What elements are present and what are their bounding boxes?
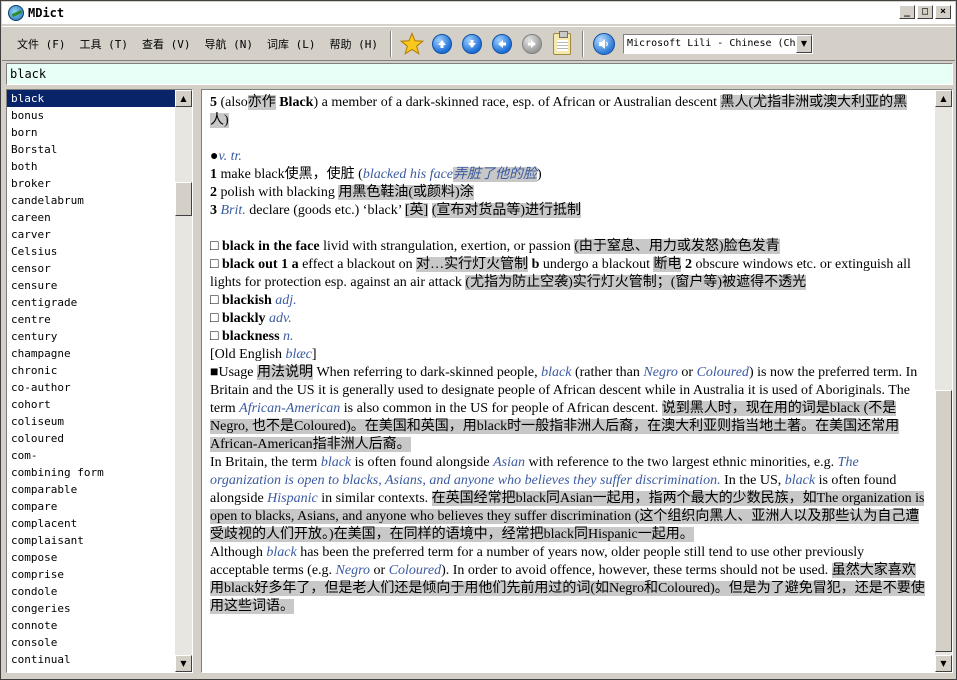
back-button[interactable] <box>488 30 516 58</box>
sense-5: 5 (also亦作 Black) a member of a dark-skin… <box>210 95 908 128</box>
word-list-item[interactable]: cohort <box>7 396 177 413</box>
derivative-blackish: □ blackish adj. <box>210 293 297 308</box>
sense-2: 2 polish with blacking 用黑色鞋油(或颜料)涂 <box>210 185 474 200</box>
phrase-black-out: □ black out 1 a effect a blackout on 对…实… <box>210 257 911 290</box>
usage-although: Although black has been the preferred te… <box>210 545 925 614</box>
definition-content: 5 (also亦作 Black) a member of a dark-skin… <box>202 90 935 672</box>
word-list-item[interactable]: complaisant <box>7 532 177 549</box>
word-list-item[interactable]: compare <box>7 498 177 515</box>
speaker-icon <box>593 32 615 55</box>
star-icon <box>400 31 424 55</box>
arrow-left-icon <box>492 33 512 54</box>
menu-toolbar: 文件 (F) 工具 (T) 查看 (V) 导航 (N) 词库 (L) 帮助 (H… <box>2 26 955 61</box>
derivative-blackly: □ blackly adv. <box>210 311 292 326</box>
speak-button[interactable] <box>590 30 618 58</box>
menu-library[interactable]: 词库 (L) <box>260 36 323 52</box>
chevron-down-icon[interactable]: ▼ <box>796 34 812 53</box>
menu-tools[interactable]: 工具 (T) <box>73 36 136 52</box>
scroll-up-button[interactable]: ▲ <box>175 90 192 107</box>
phrase-black-in-the-face: □ black in the face livid with strangula… <box>210 239 780 254</box>
pos-header: ●v. tr. <box>210 149 242 164</box>
word-list-item[interactable]: Borstal <box>7 141 177 158</box>
word-list-item[interactable]: coliseum <box>7 413 177 430</box>
voice-select-value: Microsoft Lili - Chinese (China) <box>627 38 796 49</box>
word-list-item[interactable]: black <box>7 90 177 107</box>
favorite-button[interactable] <box>398 30 426 58</box>
app-globe-icon <box>8 5 24 21</box>
toolbar-separator <box>582 30 584 57</box>
word-list-item[interactable]: comparable <box>7 481 177 498</box>
minimize-button[interactable]: _ <box>899 5 915 19</box>
word-list-item[interactable]: console <box>7 634 177 651</box>
word-list-scrollbar[interactable]: ▲ ▼ <box>175 90 192 672</box>
window-controls: _ □ × <box>899 5 951 19</box>
arrow-down-icon <box>462 33 482 54</box>
word-list-item[interactable]: careen <box>7 209 177 226</box>
word-list-item[interactable]: censor <box>7 260 177 277</box>
definition-scrollbar[interactable]: ▲ ▼ <box>935 90 952 672</box>
word-list-item[interactable]: chronic <box>7 362 177 379</box>
word-list-item[interactable]: candelabrum <box>7 192 177 209</box>
word-list-item[interactable]: connote <box>7 617 177 634</box>
word-list-item[interactable]: both <box>7 158 177 175</box>
menu-navigate[interactable]: 导航 (N) <box>198 36 261 52</box>
scroll-down-button[interactable]: ▼ <box>175 655 192 672</box>
word-list-panel: black bonus born Borstal both broker candelabr… <box>6 89 193 673</box>
word-list-item[interactable]: censure <box>7 277 177 294</box>
forward-button[interactable] <box>518 30 546 58</box>
title-bar[interactable]: MDict _ □ × <box>2 2 955 24</box>
usage-note: ■Usage 用法说明 When referring to dark-skinn… <box>210 365 918 452</box>
etymology: [Old English blæc] <box>210 347 317 362</box>
scroll-up-button[interactable]: ▲ <box>935 90 952 107</box>
definition-panel: 5 (also亦作 Black) a member of a dark-skin… <box>201 89 953 673</box>
search-input[interactable] <box>6 63 953 85</box>
toolbar-separator <box>390 30 392 57</box>
word-list-item[interactable]: coloured <box>7 430 177 447</box>
word-list-item[interactable]: born <box>7 124 177 141</box>
sense-3: 3 Brit. declare (goods etc.) ‘black’ [英]… <box>210 203 582 218</box>
previous-entry-button[interactable] <box>428 30 456 58</box>
word-list[interactable]: black bonus born Borstal both broker candelabr… <box>7 90 177 672</box>
arrow-up-icon <box>432 33 452 54</box>
word-list-item[interactable]: carver <box>7 226 177 243</box>
voice-select[interactable]: Microsoft Lili - Chinese (China) ▼ <box>623 33 813 54</box>
word-list-item[interactable]: compose <box>7 549 177 566</box>
word-list-item[interactable]: Celsius <box>7 243 177 260</box>
word-list-item[interactable]: congeries <box>7 600 177 617</box>
word-list-item[interactable]: centigrade <box>7 294 177 311</box>
usage-britain: In Britain, the term black is often foun… <box>210 455 925 542</box>
scroll-down-button[interactable]: ▼ <box>935 655 952 672</box>
word-list-item[interactable]: broker <box>7 175 177 192</box>
word-list-item[interactable]: champagne <box>7 345 177 362</box>
derivative-blackness: □ blackness n. <box>210 329 294 344</box>
clipboard-button[interactable] <box>548 30 576 58</box>
menu-file[interactable]: 文件 (F) <box>10 36 73 52</box>
maximize-button[interactable]: □ <box>917 5 933 19</box>
main-window: MDict _ □ × 文件 (F) 工具 (T) 查看 (V) 导航 (N) … <box>0 0 957 680</box>
clipboard-icon <box>553 30 571 55</box>
word-list-item[interactable]: centre <box>7 311 177 328</box>
window-title: MDict <box>28 6 65 20</box>
word-list-item[interactable]: co-author <box>7 379 177 396</box>
word-list-item[interactable]: bonus <box>7 107 177 124</box>
close-button[interactable]: × <box>935 5 951 19</box>
word-list-item[interactable]: continual <box>7 651 177 668</box>
word-list-item[interactable]: com- <box>7 447 177 464</box>
menu-view[interactable]: 查看 (V) <box>135 36 198 52</box>
menu-help[interactable]: 帮助 (H) <box>323 36 386 52</box>
next-entry-button[interactable] <box>458 30 486 58</box>
menu-bar: 文件 (F) 工具 (T) 查看 (V) 导航 (N) 词库 (L) 帮助 (H… <box>2 27 385 60</box>
sense-1: 1 make black使黑，使脏 (blacked his face弄脏了他的… <box>210 167 542 182</box>
word-list-item[interactable]: complacent <box>7 515 177 532</box>
word-list-item[interactable]: combining form <box>7 464 177 481</box>
arrow-right-icon <box>522 33 542 54</box>
word-list-item[interactable]: condole <box>7 583 177 600</box>
scroll-thumb[interactable] <box>935 390 952 652</box>
word-list-item[interactable]: century <box>7 328 177 345</box>
scroll-thumb[interactable] <box>175 182 192 216</box>
word-list-item[interactable]: comprise <box>7 566 177 583</box>
